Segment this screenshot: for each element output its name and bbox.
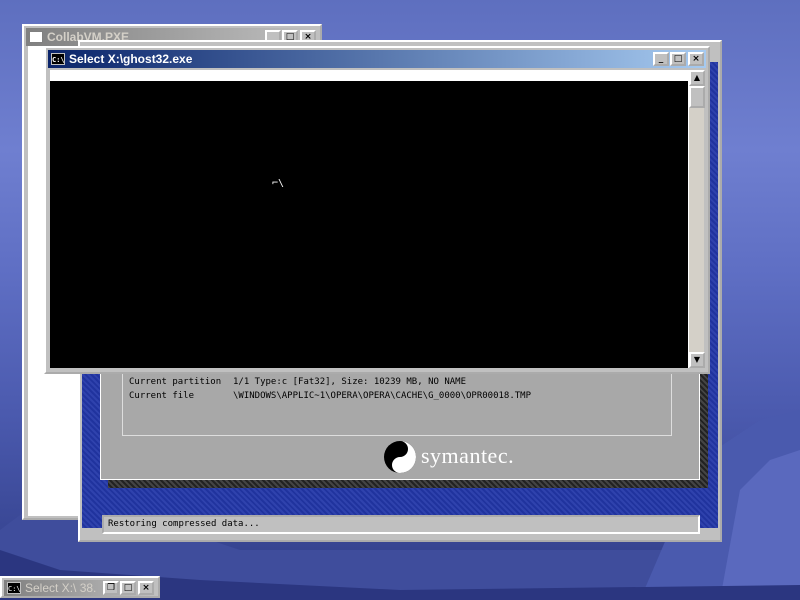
window-icon — [29, 31, 43, 43]
current-file-label: Current file — [129, 391, 195, 401]
close-button[interactable]: × — [138, 581, 154, 595]
maximize-button[interactable]: □ — [120, 581, 136, 595]
scroll-up-arrow-icon[interactable]: ▲ — [689, 70, 705, 86]
console-title: Select X:\ghost32.exe — [69, 52, 193, 66]
ghost-status-bar: Restoring compressed data... — [102, 515, 700, 534]
symantec-logo-icon — [384, 441, 416, 473]
console-scrollbar[interactable]: ▲ ▼ — [688, 70, 705, 368]
current-partition-value: 1/1 Type:c [Fat32], Size: 10239 MB, NO N… — [233, 377, 466, 387]
minimized-title: Select X:\ 38. — [25, 581, 97, 595]
console-icon: C:\ — [7, 582, 21, 594]
console-titlebar[interactable]: C:\ Select X:\ghost32.exe _ □ × — [48, 50, 706, 68]
console-selection-line — [50, 70, 688, 81]
minimized-console-window[interactable]: C:\ Select X:\ 38. ❐ □ × — [0, 576, 160, 598]
minimized-titlebar[interactable]: C:\ Select X:\ 38. ❐ □ × — [4, 580, 156, 596]
restore-button[interactable]: ❐ — [103, 581, 119, 595]
minimize-button[interactable]: _ — [653, 52, 669, 66]
current-partition-label: Current partition — [129, 377, 222, 387]
console-cursor: ⌐\ — [272, 178, 285, 189]
symantec-brand-text: symantec. — [421, 443, 515, 468]
console-window: C:\ Select X:\ghost32.exe _ □ × ⌐\ ▲ ▼ — [44, 46, 710, 374]
scroll-thumb[interactable] — [689, 86, 705, 108]
scroll-down-arrow-icon[interactable]: ▼ — [689, 352, 705, 368]
console-icon: C:\ — [51, 53, 65, 65]
console-output[interactable]: ⌐\ — [50, 70, 688, 368]
close-button[interactable]: × — [688, 52, 704, 66]
maximize-button[interactable]: □ — [670, 52, 686, 66]
status-text: Restoring compressed data... — [108, 519, 260, 529]
current-file-value: \WINDOWS\APPLIC~1\OPERA\OPERA\CACHE\G_00… — [233, 391, 532, 401]
